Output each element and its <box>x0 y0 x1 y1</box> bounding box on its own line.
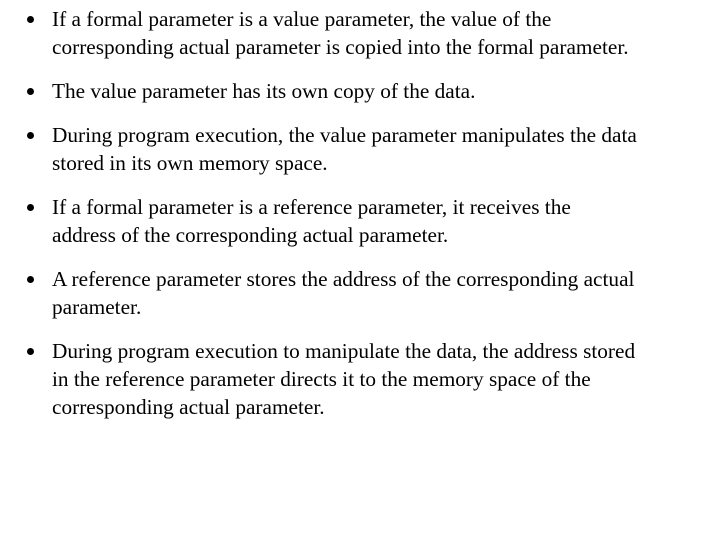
bullet-text-line: stored in its own memory space. <box>52 151 328 175</box>
bullet-text-line: During program execution to manipulate t… <box>52 339 636 363</box>
bullet-text-line: address of the corresponding actual para… <box>52 223 449 247</box>
bullet-text-line: in the reference parameter directs it to… <box>52 367 591 391</box>
bullet-item-5: A reference parameter stores the address… <box>0 265 720 321</box>
bullet-text-line: The value parameter has its own copy of … <box>52 79 476 103</box>
bullet-text-line: parameter. <box>52 295 142 319</box>
bullet-text-line: A reference parameter stores the address… <box>52 267 635 291</box>
bullet-text-line: If a formal parameter is a reference par… <box>52 195 571 219</box>
bullet-item-1: If a formal parameter is a value paramet… <box>0 5 720 61</box>
bullet-text-line: corresponding actual parameter. <box>52 395 325 419</box>
bullet-icon <box>27 132 34 139</box>
bullet-icon <box>27 276 34 283</box>
bullet-icon <box>27 204 34 211</box>
slide: If a formal parameter is a value paramet… <box>0 0 720 540</box>
bullet-item-2: The value parameter has its own copy of … <box>0 77 720 105</box>
bullet-icon <box>27 16 34 23</box>
bullet-item-6: During program execution to manipulate t… <box>0 337 720 421</box>
bullet-icon <box>27 88 34 95</box>
bullet-text-line: If a formal parameter is a value paramet… <box>52 7 552 31</box>
bullet-text-line: corresponding actual parameter is copied… <box>52 35 629 59</box>
bullet-text-line: During program execution, the value para… <box>52 123 637 147</box>
bullet-item-3: During program execution, the value para… <box>0 121 720 177</box>
bullet-icon <box>27 348 34 355</box>
bullet-item-4: If a formal parameter is a reference par… <box>0 193 720 249</box>
bullet-list: If a formal parameter is a value paramet… <box>0 5 720 437</box>
